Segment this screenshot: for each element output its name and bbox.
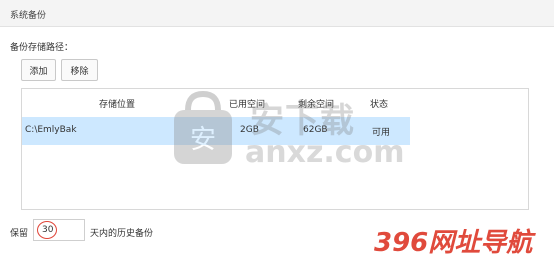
watermark-url: anxz.com <box>245 135 405 170</box>
column-header-location: 存储位置 <box>99 100 136 110</box>
retention-prefix-label: 保留 <box>10 229 29 239</box>
retention-suffix-label: 天内的历史备份 <box>90 229 154 239</box>
column-header-status: 状态 <box>370 100 389 110</box>
watermark-logo-char: 安 <box>190 125 216 155</box>
cell-path: C:\EmlyBak <box>25 125 77 135</box>
remove-button[interactable]: 移除 <box>61 59 98 81</box>
section-header: 系统备份 <box>0 0 554 27</box>
retention-days-input[interactable]: 30 <box>33 219 85 241</box>
retention-days-value: 30 <box>42 225 54 235</box>
backup-path-label: 备份存储路径： <box>10 43 74 53</box>
section-title: 系统备份 <box>10 11 47 21</box>
brand-watermark: 396网址导航 <box>374 228 533 258</box>
add-button[interactable]: 添加 <box>21 59 56 81</box>
watermark-shield-icon: 安 <box>174 90 232 164</box>
